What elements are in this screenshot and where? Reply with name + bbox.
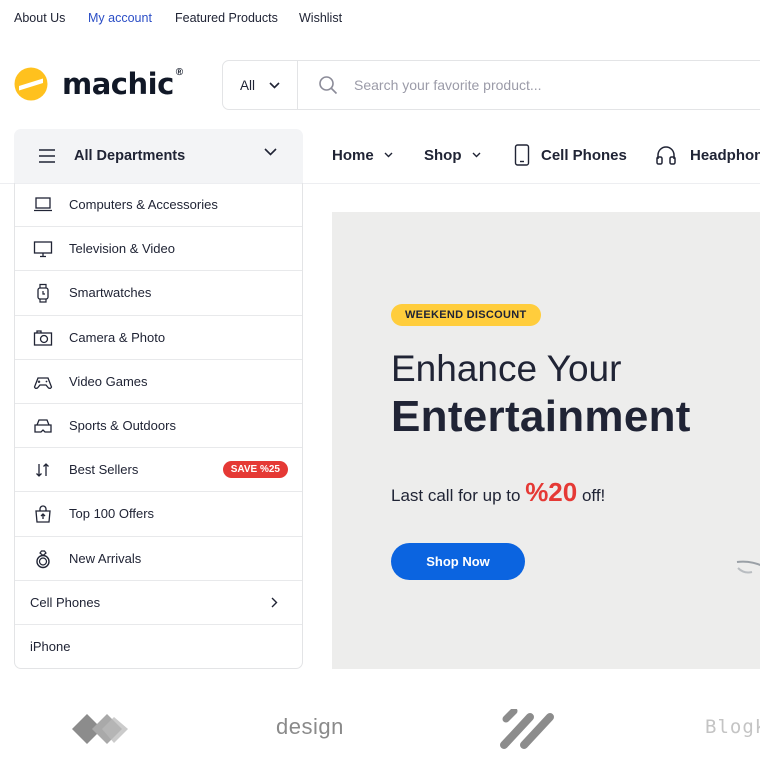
chevron-right-icon bbox=[271, 597, 278, 608]
hero-subtitle-suffix: off! bbox=[577, 486, 606, 505]
all-departments-label: All Departments bbox=[74, 148, 186, 164]
brand-logo-diamonds[interactable] bbox=[70, 708, 132, 755]
slash-logo-icon bbox=[500, 707, 554, 749]
nav-item-label: Headphones bbox=[690, 146, 760, 164]
search-input[interactable] bbox=[354, 77, 654, 93]
about-us-link[interactable]: About Us bbox=[14, 11, 65, 25]
sort-arrows-icon bbox=[36, 463, 49, 478]
nav-item-home[interactable]: Home bbox=[332, 143, 393, 167]
hero-title-line1: Enhance Your bbox=[391, 348, 622, 389]
department-item-sports[interactable]: Sports & Outdoors bbox=[15, 404, 302, 449]
department-label: Best Sellers bbox=[69, 462, 139, 478]
department-label: Cell Phones bbox=[30, 594, 101, 610]
diamond-logo-icon bbox=[72, 714, 128, 744]
monitor-icon bbox=[33, 241, 53, 258]
brand-logo-slashes[interactable] bbox=[500, 707, 558, 754]
chevron-down-icon bbox=[384, 152, 393, 158]
watch-icon bbox=[37, 284, 49, 303]
headphones-icon bbox=[656, 146, 676, 165]
nav-item-shop[interactable]: Shop bbox=[424, 143, 481, 167]
hero-title-line2: Entertainment bbox=[391, 392, 691, 441]
all-departments-button[interactable]: All Departments bbox=[14, 129, 303, 183]
save-badge: SAVE %25 bbox=[222, 461, 288, 479]
shopping-bag-icon bbox=[35, 505, 51, 523]
department-item-cell-phones[interactable]: Cell Phones bbox=[15, 581, 302, 625]
hero-subtitle: Last call for up to %20 off! bbox=[391, 477, 605, 508]
department-label: New Arrivals bbox=[69, 550, 142, 566]
brand-blog-text: Blogk bbox=[705, 716, 760, 738]
brand-design-text: design bbox=[276, 714, 344, 739]
department-item-top-offers[interactable]: Top 100 Offers bbox=[15, 492, 302, 537]
search-bar: All bbox=[222, 60, 760, 110]
department-label: iPhone bbox=[30, 638, 71, 654]
department-item-computers[interactable]: Computers & Accessories bbox=[15, 183, 302, 228]
featured-products-link[interactable]: Featured Products bbox=[175, 11, 278, 25]
nav-item-label: Home bbox=[332, 146, 374, 164]
department-item-camera[interactable]: Camera & Photo bbox=[15, 316, 302, 360]
logo-text: machic bbox=[62, 67, 174, 101]
department-item-smartwatches[interactable]: Smartwatches bbox=[15, 271, 302, 316]
brand-logo-design[interactable]: design bbox=[276, 714, 344, 740]
gamepad-icon bbox=[33, 377, 53, 389]
shop-now-button[interactable]: Shop Now bbox=[391, 543, 525, 580]
department-item-best-sellers[interactable]: Best Sellers SAVE %25 bbox=[15, 448, 302, 493]
phone-icon bbox=[514, 144, 530, 166]
logo-mark-icon bbox=[14, 67, 48, 101]
search-icon[interactable] bbox=[318, 75, 338, 95]
top-bar: About Us My account Featured Products Wi… bbox=[0, 0, 760, 38]
logo-registered-mark: ® bbox=[175, 66, 184, 78]
search-category-value: All bbox=[239, 77, 255, 93]
hero-subtitle-prefix: Last call for up to bbox=[391, 486, 526, 505]
hero-banner: WEEKEND DISCOUNT Enhance Your Entertainm… bbox=[332, 212, 760, 669]
department-item-iphone[interactable]: iPhone bbox=[15, 625, 302, 669]
nav-item-label: Shop bbox=[424, 146, 462, 164]
chevron-down-icon bbox=[472, 152, 480, 158]
brand-logo-blog[interactable]: Blogk bbox=[705, 716, 760, 738]
hamburger-menu-icon bbox=[39, 149, 55, 163]
departments-list: Computers & Accessories Television & Vid… bbox=[14, 183, 303, 669]
nav-item-headphones[interactable]: Headphones bbox=[655, 143, 760, 167]
department-item-television[interactable]: Television & Video bbox=[15, 227, 302, 272]
site-logo[interactable]: machic ® bbox=[14, 64, 183, 104]
camera-icon bbox=[33, 329, 53, 346]
nav-item-cell-phones[interactable]: Cell Phones bbox=[514, 143, 627, 167]
department-label: Computers & Accessories bbox=[69, 197, 218, 212]
department-item-new-arrivals[interactable]: New Arrivals bbox=[15, 537, 302, 581]
hero-discount-value: %20 bbox=[525, 477, 578, 507]
department-label: Sports & Outdoors bbox=[69, 417, 176, 433]
my-account-link[interactable]: My account bbox=[88, 11, 152, 25]
ring-icon bbox=[36, 549, 50, 568]
chevron-down-icon bbox=[264, 148, 277, 156]
vr-headset-icon bbox=[34, 419, 52, 433]
wishlist-link[interactable]: Wishlist bbox=[299, 11, 342, 25]
department-label: Video Games bbox=[69, 373, 148, 389]
chevron-down-icon bbox=[269, 81, 280, 89]
weekend-discount-badge: WEEKEND DISCOUNT bbox=[391, 304, 541, 326]
department-label: Top 100 Offers bbox=[69, 506, 155, 522]
department-label: Camera & Photo bbox=[69, 329, 166, 345]
search-category-select[interactable]: All bbox=[223, 61, 298, 109]
department-item-video-games[interactable]: Video Games bbox=[15, 360, 302, 404]
nav-item-label: Cell Phones bbox=[541, 146, 627, 164]
laptop-icon bbox=[34, 197, 52, 212]
department-label: Smartwatches bbox=[69, 285, 152, 301]
department-label: Television & Video bbox=[69, 241, 175, 257]
